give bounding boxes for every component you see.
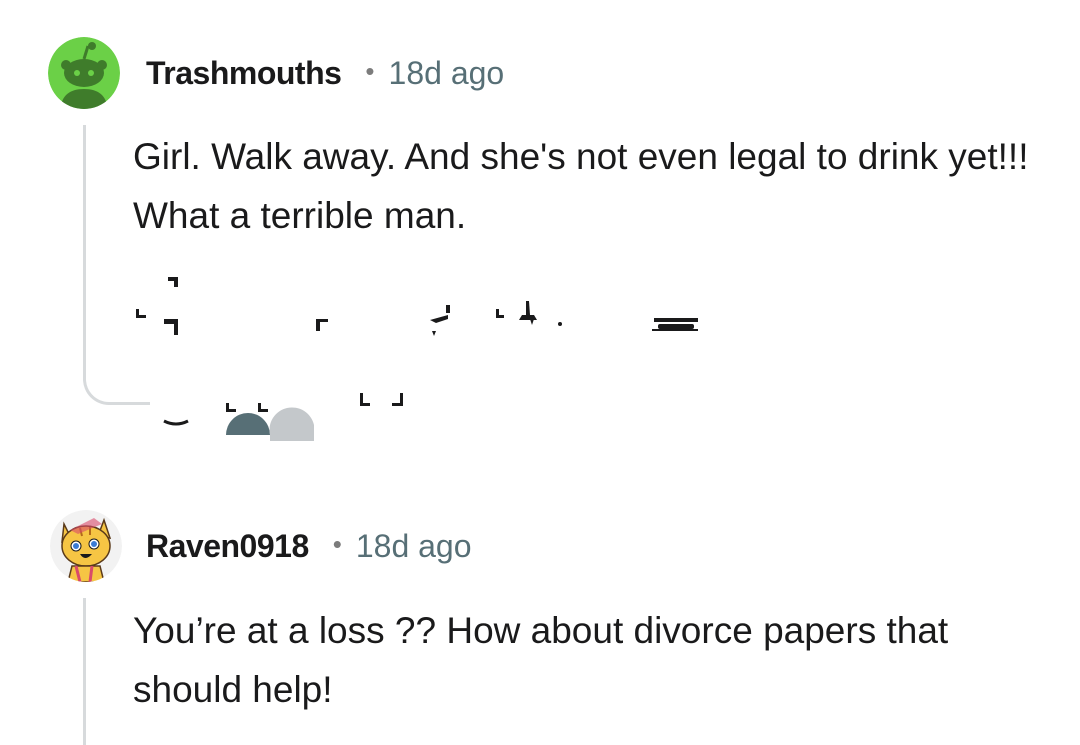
thread-line[interactable] — [83, 598, 86, 745]
username[interactable]: Trashmouths — [146, 55, 342, 92]
timestamp: 18d ago — [388, 54, 505, 91]
comment-meta: Trashmouths • 18d ago — [146, 37, 504, 109]
username[interactable]: Raven0918 — [146, 528, 309, 565]
comment-raven0918: Raven0918 • 18d ago You’re at a loss ?? … — [0, 470, 1080, 745]
meta-separator: • — [365, 55, 375, 86]
more-options-icon[interactable] — [652, 318, 698, 331]
user-avatar-trashmouths[interactable] — [48, 37, 120, 109]
comment-meta: Raven0918 • 18d ago — [146, 510, 472, 582]
cartoon-cat-avatar-icon — [50, 510, 122, 582]
meta-separator: • — [332, 528, 342, 559]
thread-line[interactable] — [83, 125, 86, 369]
downvote-icon[interactable] — [269, 393, 403, 441]
share-icon[interactable] — [430, 301, 562, 336]
comment-body: You’re at a loss ?? How about divorce pa… — [133, 610, 949, 710]
reply-icon[interactable] — [136, 277, 178, 335]
upvote-icon[interactable] — [163, 403, 270, 435]
comment-action-bar — [136, 277, 698, 441]
timestamp: 18d ago — [355, 527, 472, 564]
user-avatar-raven0918[interactable] — [50, 510, 122, 582]
comment-body: Girl. Walk away. And she's not even lega… — [133, 136, 1029, 236]
reddit-snoo-avatar-icon — [48, 37, 120, 109]
award-icon[interactable] — [316, 319, 328, 331]
comment-trashmouths: Trashmouths • 18d ago Girl. Walk away. A… — [0, 0, 1080, 470]
